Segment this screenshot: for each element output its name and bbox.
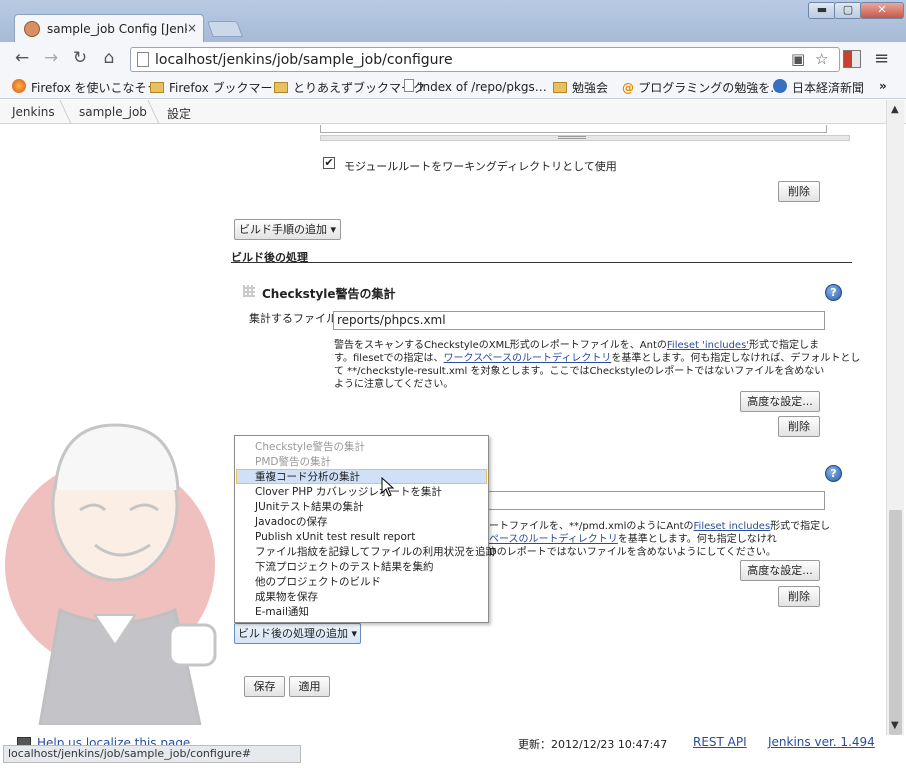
bookmark-item[interactable]: Firefox ブックマーク	[150, 79, 285, 96]
back-icon[interactable]: ←	[11, 48, 33, 68]
fileset-includes-link[interactable]: Fileset 'includes'	[667, 340, 749, 351]
delete-button[interactable]: 削除	[778, 416, 820, 437]
folder-icon	[150, 82, 164, 93]
add-build-step-button[interactable]: ビルド手順の追加 ▾	[234, 219, 341, 240]
close-window-button[interactable]: ✕	[860, 2, 904, 19]
mouse-cursor-icon	[381, 477, 395, 497]
page-scrollbar[interactable]: ▲ ▼	[886, 100, 904, 735]
reload-icon[interactable]: ↻	[69, 48, 91, 68]
jenkins-favicon-icon	[24, 21, 40, 37]
nikkei-icon	[773, 79, 787, 93]
home-icon[interactable]: ⌂	[98, 48, 120, 68]
bookmark-item[interactable]: Firefox を使いこなそう	[12, 79, 159, 96]
advanced-settings-button[interactable]: 高度な設定...	[740, 391, 820, 412]
menu-item-xunit[interactable]: Publish xUnit test result report	[236, 530, 487, 545]
bookmarks-overflow-button[interactable]: »	[879, 79, 887, 93]
updated-timestamp: 更新：2012/12/23 10:47:47	[518, 738, 668, 751]
calendar-icon[interactable]	[843, 50, 861, 68]
pmd-description: ートファイルを、**/pmd.xmlのようにAntのFileset includ…	[489, 521, 831, 558]
help-icon[interactable]: ?	[825, 465, 842, 482]
menu-item-archive[interactable]: 成果物を保存	[236, 590, 487, 605]
grip-icon	[558, 136, 586, 139]
page-icon	[404, 79, 414, 92]
bookmark-item[interactable]: 日本経済新聞	[773, 79, 864, 96]
tab-title: sample_job Config [Jenkins]	[47, 22, 187, 36]
tab-close-icon[interactable]: ×	[187, 21, 197, 35]
scroll-up-icon[interactable]: ▲	[891, 104, 899, 115]
extension-icon[interactable]: ▣	[791, 50, 805, 68]
folder-icon	[553, 82, 567, 93]
menu-icon[interactable]: ≡	[874, 48, 889, 69]
menu-item-javadoc[interactable]: Javadocの保存	[236, 515, 487, 530]
drag-handle-icon[interactable]	[243, 285, 255, 297]
status-bar-url: localhost/jenkins/job/sample_job/configu…	[3, 745, 301, 763]
menu-item-pmd: PMD警告の集計	[255, 456, 331, 468]
breadcrumb: Jenkins sample_job 設定	[0, 100, 906, 124]
workspace-root-link[interactable]: ワークスペースのルートディレクトリ	[444, 353, 612, 364]
checkstyle-title: Checkstyle警告の集計	[262, 287, 396, 301]
menu-item-build-other[interactable]: 他のプロジェクトのビルド	[236, 575, 487, 590]
checkstyle-files-input[interactable]: reports/phpcs.xml	[333, 311, 825, 330]
scroll-down-icon[interactable]: ▼	[891, 720, 899, 731]
bookmark-item[interactable]: Index of /repo/pkgs…	[404, 79, 547, 94]
module-root-textarea[interactable]	[320, 125, 827, 133]
advanced-settings-button[interactable]: 高度な設定...	[740, 560, 820, 581]
menu-item-downstream-tests[interactable]: 下流プロジェクトのテスト結果を集約	[236, 560, 487, 575]
at-icon: @	[622, 81, 639, 95]
bookmark-item[interactable]: @ プログラミングの勉強を…	[622, 79, 782, 96]
browser-tab[interactable]: sample_job Config [Jenkins] ×	[14, 14, 204, 42]
new-tab-button[interactable]	[207, 21, 243, 37]
menu-item-clover-php[interactable]: Clover PHP カバレッジレポートを集計	[236, 485, 487, 500]
save-button[interactable]: 保存	[244, 676, 285, 697]
add-post-build-action-button[interactable]: ビルド後の処理の追加 ▾	[234, 623, 361, 644]
menu-item-email[interactable]: E-mail通知	[236, 605, 487, 620]
menu-item-checkstyle: Checkstyle警告の集計	[255, 441, 365, 453]
checkstyle-description: 警告をスキャンするCheckstyleのXML形式のレポートファイルを、Antの…	[334, 340, 861, 390]
folder-icon	[274, 82, 288, 93]
menu-item-duplicate-code[interactable]: 重複コード分析の集計	[236, 469, 487, 484]
post-build-action-menu: Checkstyle警告の集計 PMD警告の集計 重複コード分析の集計 Clov…	[234, 435, 496, 623]
jenkins-version-link[interactable]: Jenkins ver. 1.494	[768, 735, 875, 749]
delete-button[interactable]: 削除	[778, 181, 820, 202]
delete-button[interactable]: 削除	[778, 586, 820, 607]
maximize-button[interactable]: ▢	[834, 2, 862, 19]
breadcrumb-jenkins[interactable]: Jenkins	[12, 105, 55, 119]
menu-item-junit[interactable]: JUnitテスト結果の集計	[236, 500, 487, 515]
jenkins-mascot-image	[5, 423, 217, 725]
minimize-button[interactable]: ▬	[808, 2, 836, 19]
checkstyle-files-label: 集計するファイル	[249, 312, 337, 325]
address-bar[interactable]: localhost/jenkins/job/sample_job/configu…	[130, 47, 840, 72]
apply-button[interactable]: 適用	[289, 676, 330, 697]
breadcrumb-configure[interactable]: 設定	[167, 105, 191, 122]
page-icon	[137, 52, 149, 67]
use-module-root-checkbox[interactable]: ✔	[323, 157, 335, 169]
scrollbar-thumb[interactable]	[889, 510, 902, 735]
address-url: localhost/jenkins/job/sample_job/configu…	[155, 52, 453, 68]
rest-api-link[interactable]: REST API	[693, 735, 747, 749]
bookmark-item[interactable]: とりあえずブックマーク	[274, 79, 425, 96]
use-module-root-label: モジュールルートをワーキングディレクトリとして使用	[344, 160, 617, 173]
workspace-root-link[interactable]: ペースのルートディレクトリ	[489, 534, 618, 545]
bookmark-item[interactable]: 勉強会	[553, 79, 608, 96]
section-divider	[231, 262, 852, 263]
bookmark-star-icon[interactable]: ☆	[815, 50, 828, 68]
fileset-includes-link[interactable]: Fileset includes	[694, 521, 771, 532]
forward-icon[interactable]: →	[40, 48, 62, 68]
page-content: ✔ モジュールルートをワーキングディレクトリとして使用 削除 ビルド手順の追加 …	[0, 125, 886, 725]
help-icon[interactable]: ?	[825, 284, 842, 301]
firefox-icon	[12, 79, 26, 93]
bookmarks-bar: Firefox を使いこなそう Firefox ブックマーク とりあえずブックマ…	[0, 76, 906, 99]
menu-item-fingerprint[interactable]: ファイル指紋を記録してファイルの利用状況を追跡	[236, 545, 496, 560]
